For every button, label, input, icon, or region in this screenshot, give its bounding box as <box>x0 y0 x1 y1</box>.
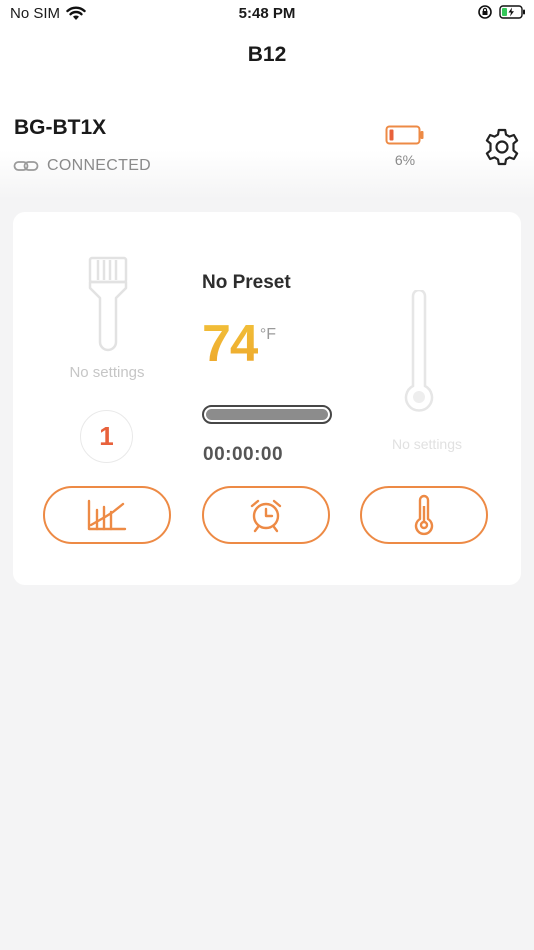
chart-button[interactable] <box>43 486 171 544</box>
link-icon <box>13 161 39 171</box>
preset-label: No Preset <box>202 272 291 293</box>
alarm-button[interactable] <box>202 486 330 544</box>
battery-percent: 6% <box>394 152 416 168</box>
gear-icon[interactable] <box>481 126 523 168</box>
temperature-value: 74 <box>202 315 259 373</box>
progress-bar <box>202 405 332 424</box>
page-title: B12 <box>247 43 287 66</box>
progress-fill <box>206 409 328 420</box>
chart-icon <box>87 499 127 531</box>
thermometer-icon <box>404 290 434 412</box>
brush-counter[interactable]: 1 <box>80 410 133 463</box>
temperature-button[interactable] <box>360 486 488 544</box>
temperature-display: 74 °F <box>202 314 276 374</box>
right-no-settings: No settings <box>391 436 463 452</box>
brush-icon <box>88 256 128 352</box>
timer-display: 00:00:00 <box>203 444 284 465</box>
thermometer-button-icon <box>414 494 434 536</box>
connection-status-label: CONNECTED <box>47 157 152 174</box>
orientation-lock-icon <box>478 5 492 19</box>
battery-charging-icon <box>499 5 525 19</box>
left-no-settings: No settings <box>69 364 145 381</box>
device-name: BG-BT1X <box>14 116 107 139</box>
counter-value: 1 <box>99 421 114 451</box>
status-time: 5:48 PM <box>238 5 296 22</box>
temperature-unit: °F <box>259 326 277 343</box>
battery-low-icon <box>385 125 424 145</box>
status-bar: No SIM 5:48 PM <box>0 0 534 28</box>
connection-status: CONNECTED <box>13 157 151 175</box>
device-battery <box>384 125 426 150</box>
alarm-clock-icon <box>250 499 282 533</box>
status-right <box>477 4 526 20</box>
